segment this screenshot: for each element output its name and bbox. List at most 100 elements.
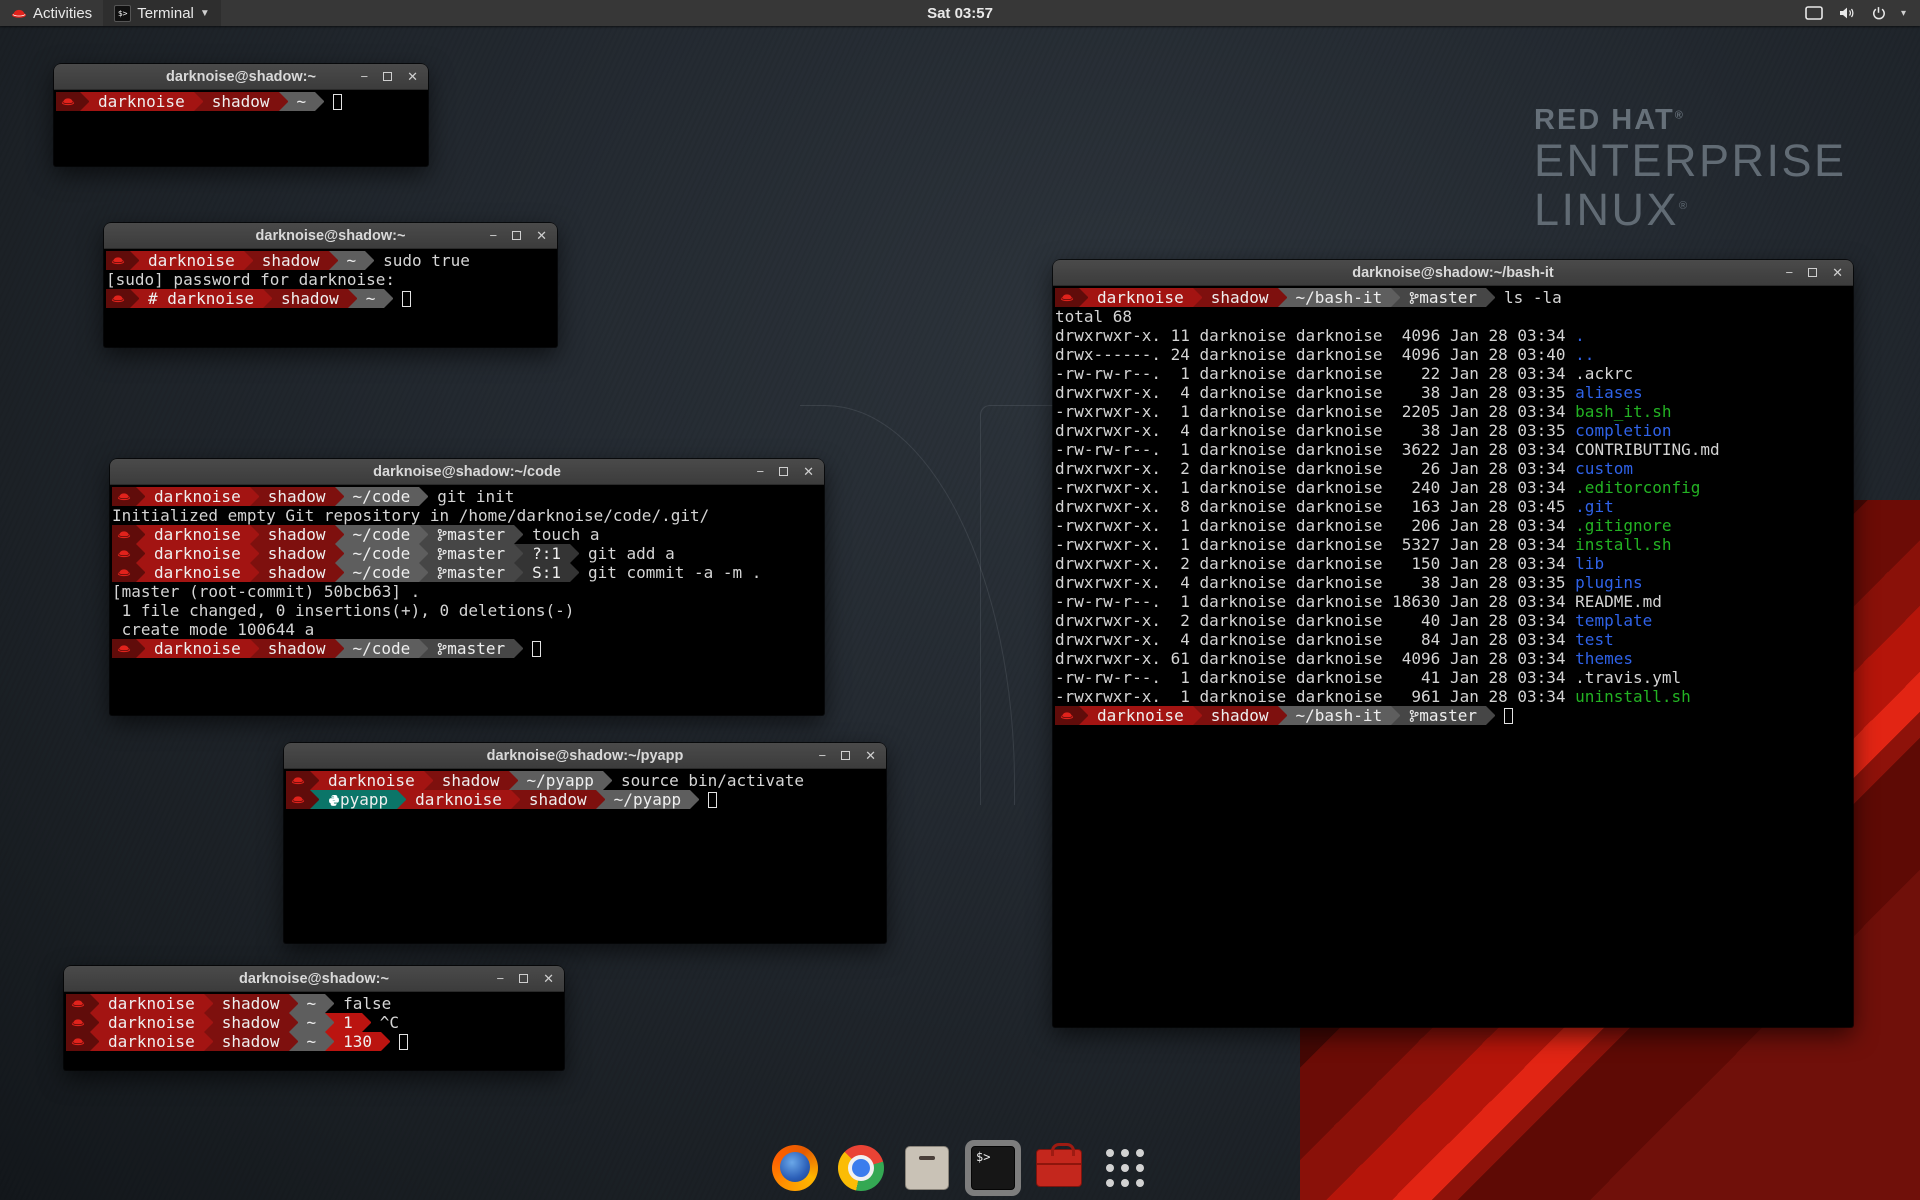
dock-item-show-applications[interactable] [1097, 1140, 1153, 1196]
redhat-icon [111, 294, 125, 303]
output-text: drwxrwxr-x. 11 darknoise darknoise 4096 … [1055, 326, 1575, 345]
terminal-cursor [399, 1034, 408, 1050]
dock-item-terminal[interactable]: $> [965, 1140, 1021, 1196]
maximize-button[interactable] [779, 465, 788, 478]
power-icon[interactable] [1871, 6, 1886, 21]
branch-icon [437, 642, 447, 656]
activities-button[interactable]: Activities [0, 0, 103, 26]
powerline-separator [250, 487, 259, 506]
command-text: git init [428, 487, 514, 506]
powerline-separator [204, 1032, 213, 1051]
powerline-separator [250, 639, 259, 658]
prompt-segment-stat: ?:1 [523, 544, 570, 563]
window-titlebar[interactable]: darknoise@shadow:~/bash-it − ✕ [1053, 260, 1853, 286]
terminal-line: -rwxrwxr-x. 1 darknoise darknoise 961 Ja… [1055, 687, 1853, 706]
terminal-cursor [333, 94, 342, 110]
app-grid-icon [1106, 1149, 1144, 1187]
command-text: git commit -a -m . [579, 563, 761, 582]
terminal-cursor [532, 641, 541, 657]
window-titlebar[interactable]: darknoise@shadow:~/pyapp − ✕ [284, 743, 886, 769]
terminal-line: # darknoiseshadow~ [106, 289, 557, 308]
file-name: bash_it.sh [1575, 402, 1671, 421]
prompt-segment-path: ~/pyapp [605, 790, 690, 809]
prompt-segment-user: darknoise [89, 92, 194, 111]
redhat-icon [1060, 293, 1074, 302]
powerline-separator [279, 92, 288, 111]
dock-item-firefox[interactable] [767, 1140, 823, 1196]
minimize-button[interactable]: − [490, 229, 498, 242]
chevron-down-icon[interactable]: ▾ [1901, 8, 1906, 19]
prompt-segment-path: ~/bash-it [1287, 288, 1392, 307]
terminal-cursor [708, 792, 717, 808]
volume-icon[interactable] [1838, 6, 1856, 20]
maximize-button[interactable] [841, 749, 850, 762]
terminal-line: drwxrwxr-x. 4 darknoise darknoise 84 Jan… [1055, 630, 1853, 649]
redhat-icon [71, 1018, 85, 1027]
prompt-segment-path: ~/code [344, 544, 420, 563]
dock-item-chrome[interactable] [833, 1140, 889, 1196]
minimize-button[interactable]: − [361, 70, 369, 83]
output-text: -rw-rw-r--. 1 darknoise darknoise 3622 J… [1055, 440, 1575, 459]
close-button[interactable]: ✕ [865, 749, 876, 762]
terminal-line: drwxrwxr-x. 2 darknoise darknoise 26 Jan… [1055, 459, 1853, 478]
window-titlebar[interactable]: darknoise@shadow:~ − ✕ [64, 966, 564, 992]
maximize-button[interactable] [519, 972, 528, 985]
minimize-button[interactable]: − [1786, 266, 1794, 279]
clock[interactable]: Sat 03:57 [927, 5, 993, 22]
terminal-content[interactable]: darknoiseshadow~/codegit initInitialized… [110, 485, 824, 658]
terminal-line: -rw-rw-r--. 1 darknoise darknoise 22 Jan… [1055, 364, 1853, 383]
close-button[interactable]: ✕ [407, 70, 418, 83]
prompt-segment-path: ~/bash-it [1287, 706, 1392, 725]
terminal-line: darknoiseshadow~/codemaster [112, 639, 824, 658]
window-titlebar[interactable]: darknoise@shadow:~ − ✕ [104, 223, 557, 249]
minimize-button[interactable]: − [819, 749, 827, 762]
powerline-separator [325, 1032, 334, 1051]
terminal-content[interactable]: darknoiseshadow~falsedarknoiseshadow~1^C… [64, 992, 564, 1051]
prompt-segment-user: darknoise [99, 994, 204, 1013]
terminal-cursor [402, 291, 411, 307]
terminal-line: drwxrwxr-x. 2 darknoise darknoise 150 Ja… [1055, 554, 1853, 573]
powerline-separator [348, 289, 357, 308]
terminal-line: -rwxrwxr-x. 1 darknoise darknoise 2205 J… [1055, 402, 1853, 421]
prompt-segment-host: shadow [259, 639, 335, 658]
maximize-button[interactable] [512, 229, 521, 242]
terminal-content[interactable]: darknoiseshadow~sudo true[sudo] password… [104, 249, 557, 308]
maximize-icon [1808, 268, 1817, 277]
terminal-line: darknoiseshadow~/codemasterS:1git commit… [112, 563, 824, 582]
prompt-segment-path: ~ [298, 994, 326, 1013]
prompt-segment-git: master [1400, 706, 1486, 725]
terminal-content[interactable]: darknoiseshadow~/pyappsource bin/activat… [284, 769, 886, 809]
redhat-icon [117, 644, 131, 653]
close-button[interactable]: ✕ [803, 465, 814, 478]
powerline-separator [315, 92, 324, 111]
redhat-icon [117, 530, 131, 539]
activities-label: Activities [33, 5, 92, 22]
terminal-content[interactable]: darknoiseshadow~ [54, 90, 428, 111]
maximize-button[interactable] [383, 70, 392, 83]
maximize-button[interactable] [1808, 266, 1817, 279]
terminal-content[interactable]: darknoiseshadow~/bash-itmasterls -latota… [1053, 286, 1853, 725]
powerline-separator [381, 1032, 390, 1051]
powerline-separator [263, 289, 272, 308]
powerline-separator [80, 92, 89, 111]
minimize-button[interactable]: − [497, 972, 505, 985]
app-menu-terminal[interactable]: $> Terminal ▼ [103, 0, 221, 26]
terminal-line: darknoiseshadow~/codemaster?:1git add a [112, 544, 824, 563]
file-name: template [1575, 611, 1652, 630]
window-titlebar[interactable]: darknoise@shadow:~/code − ✕ [110, 459, 824, 485]
dock-item-files[interactable] [899, 1140, 955, 1196]
close-button[interactable]: ✕ [536, 229, 547, 242]
minimize-button[interactable]: − [757, 465, 765, 478]
terminal-line: drwxrwxr-x. 4 darknoise darknoise 38 Jan… [1055, 421, 1853, 440]
powerline-separator [419, 525, 428, 544]
file-name: plugins [1575, 573, 1642, 592]
close-button[interactable]: ✕ [1832, 266, 1843, 279]
display-icon[interactable] [1805, 6, 1823, 20]
terminal-line: drwxrwxr-x. 11 darknoise darknoise 4096 … [1055, 326, 1853, 345]
file-name: install.sh [1575, 535, 1671, 554]
powerline-separator [1486, 706, 1495, 725]
powerline-separator [362, 1013, 371, 1032]
dock-item-toolbox[interactable] [1031, 1140, 1087, 1196]
window-titlebar[interactable]: darknoise@shadow:~ − ✕ [54, 64, 428, 90]
close-button[interactable]: ✕ [543, 972, 554, 985]
